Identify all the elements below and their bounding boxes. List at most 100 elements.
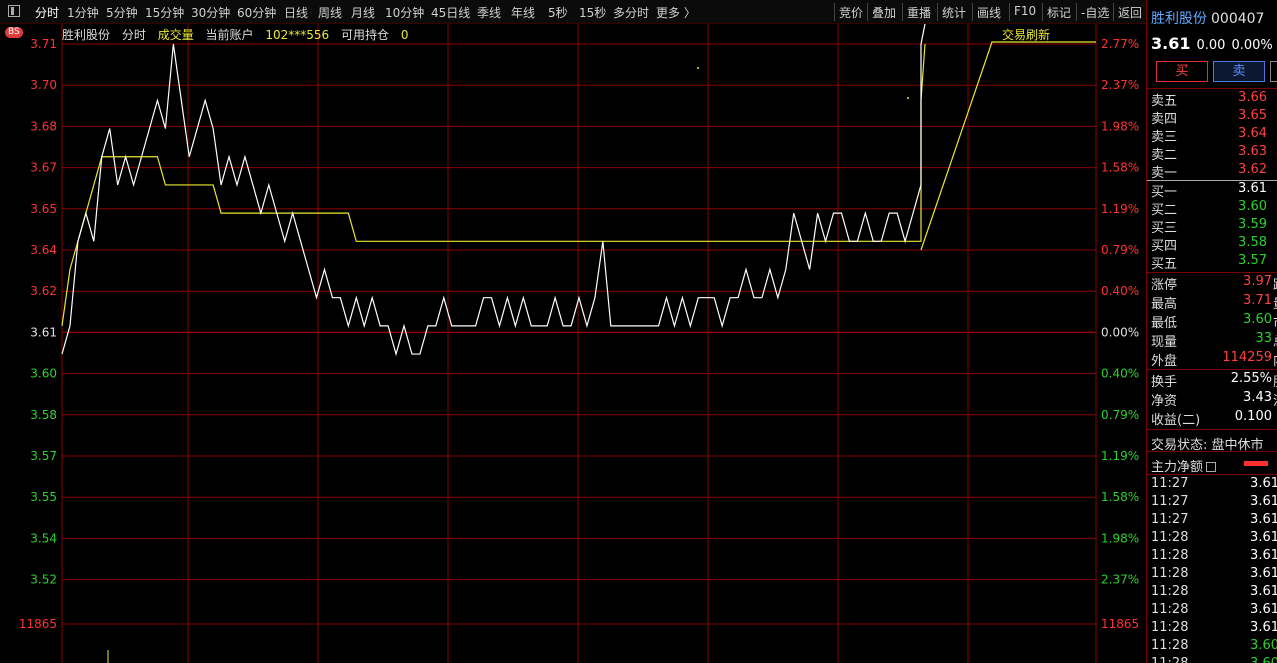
row-value: 3.60 [1238,199,1267,214]
period-tab[interactable]: 5秒 [548,4,568,21]
tick-time: 11:28 [1151,602,1189,617]
tick-price: 3.61 [1250,602,1277,617]
chart-stock-name: 胜利股份 [62,28,111,42]
toolbar-action[interactable]: 标记 [1047,4,1071,21]
bid-row[interactable]: 买四 3.58 [1151,235,1277,254]
period-tab[interactable]: 月线 [351,4,375,21]
divider [1147,474,1277,475]
ask-row[interactable]: 卖四 3.65 [1151,108,1277,127]
bid-row[interactable]: 买一 3.61 [1151,181,1277,200]
price-tick-label: 3.71 [30,37,57,51]
stat-row[interactable]: 净资 3.43流 [1151,390,1277,409]
toolbar-action[interactable]: 重播 [907,4,931,21]
period-tab[interactable]: 30分钟 [191,4,230,21]
sell-button[interactable]: 卖 [1213,61,1265,82]
marker-dot [907,97,909,99]
pct-tick-label: 0.79% [1101,243,1139,257]
tick-time: 11:28 [1151,620,1189,635]
stat-row[interactable]: 换手 2.55%股 [1151,371,1277,390]
period-tab[interactable]: 日线 [284,4,308,21]
period-toolbar: 分时 1分钟 5分钟 15分钟 30分钟 60分钟 日线 周线 月线 10分钟 45日线 季线 年线 5秒… [0,0,1146,24]
buy-button[interactable]: 买 [1156,61,1208,82]
period-tab[interactable]: 更多 〉 [656,4,696,21]
chart-mode: 分时 [121,28,146,42]
price-tick-label: 3.62 [30,284,57,298]
row-extra: 量 [1273,293,1277,312]
netflow-bar [1244,461,1268,466]
tick-row: 11:27 3.61 [1151,512,1277,530]
tick-row: 11:28 3.61 [1151,566,1277,584]
stock-name[interactable]: 胜利股份 [1151,11,1207,27]
row-value: 3.65 [1238,108,1267,123]
row-value: 3.63 [1238,144,1267,159]
toolbar-action[interactable]: 竞价 [839,4,863,21]
row-label: 收益(二) [1151,413,1201,428]
pct-tick-label: 1.98% [1101,119,1139,133]
period-tab[interactable]: 5分钟 [106,4,138,21]
pct-tick-label: 1.19% [1101,202,1139,216]
tick-row: 11:28 3.60 [1151,638,1277,656]
bid-row[interactable]: 买二 3.60 [1151,199,1277,218]
row-value: 33 [1255,331,1272,346]
period-tab[interactable]: 10分钟 [385,4,424,21]
bid-row[interactable]: 买五 3.57 [1151,253,1277,272]
intraday-chart: 3.71 2.77% 3.70 2.37% 3.68 1.98% 3.67 1.58% 3.65… [0,24,1146,663]
ask-row[interactable]: 卖二 3.63 [1151,144,1277,163]
ask-row[interactable]: 卖一 3.62 [1151,162,1277,181]
row-value: 3.66 [1238,90,1267,105]
stat-row[interactable]: 现量 33总 [1151,331,1277,350]
stat-row[interactable]: 收益(二)0.100P [1151,409,1277,428]
bs-badge[interactable]: BS [5,27,23,38]
toolbar-action[interactable]: -自选 [1081,4,1109,21]
volume-label[interactable]: 成交量 [158,28,194,42]
period-tab[interactable]: 45日线 [431,4,470,21]
period-tab[interactable]: 周线 [318,4,342,21]
holding-value: 0 [400,28,409,42]
stat-row[interactable]: 外盘 114259内 [1151,350,1277,369]
divider [1147,272,1277,273]
period-tab[interactable]: 15秒 [579,4,606,21]
period-tab[interactable]: 60分钟 [237,4,276,21]
period-tab[interactable]: 多分时 [613,4,649,21]
tick-time: 11:27 [1151,476,1189,491]
toolbar-action[interactable]: 返回 [1118,4,1142,21]
period-tab[interactable]: 分时 [35,4,59,21]
toolbar-action[interactable]: F10 [1014,4,1036,18]
bid-row[interactable]: 买三 3.59 [1151,217,1277,236]
row-value: 3.62 [1238,162,1267,177]
ask-row[interactable]: 卖三 3.64 [1151,126,1277,145]
pct-tick-label: 2.37% [1101,573,1139,587]
price-tick-label: 3.58 [30,408,57,422]
period-tab[interactable]: 年线 [511,4,535,21]
more-trade-button[interactable] [1270,61,1277,82]
stat-row[interactable]: 最高 3.71量 [1151,293,1277,312]
ask-row[interactable]: 卖五 3.66 [1151,90,1277,109]
list-icon[interactable] [1206,462,1217,472]
price-tick-label: 3.64 [30,243,57,257]
row-label: 最高 [1151,297,1178,312]
divider [1147,88,1277,89]
stock-code: 000407 [1211,11,1265,27]
tick-price: 3.61 [1250,584,1277,599]
tick-price: 3.60 [1250,656,1277,663]
row-value: 114259 [1222,350,1272,365]
sidebar-toggle-icon[interactable] [8,5,20,17]
price-tick-label: 3.55 [30,490,57,504]
tick-price: 3.60 [1250,638,1277,653]
divider [1147,369,1277,370]
toolbar-action[interactable]: 叠加 [872,4,896,21]
toolbar-action[interactable]: 画线 [977,4,1001,21]
period-tab[interactable]: 15分钟 [145,4,184,21]
tick-price: 3.61 [1250,620,1277,635]
tick-time: 11:28 [1151,638,1189,653]
tick-time: 11:27 [1151,494,1189,509]
toolbar-action[interactable]: 统计 [942,4,966,21]
trade-refresh-button[interactable]: 交易刷新 [1002,26,1050,43]
stat-row[interactable]: 涨停 3.97跌 [1151,274,1277,293]
netflow-label[interactable]: 主力净额 [1151,456,1217,475]
period-tab[interactable]: 季线 [477,4,501,21]
period-tab[interactable]: 1分钟 [67,4,99,21]
quote-row: 3.61 0.00 0.00% [1151,34,1273,53]
stat-row[interactable]: 最低 3.60市 [1151,312,1277,331]
tick-row: 11:27 3.61 [1151,476,1277,494]
